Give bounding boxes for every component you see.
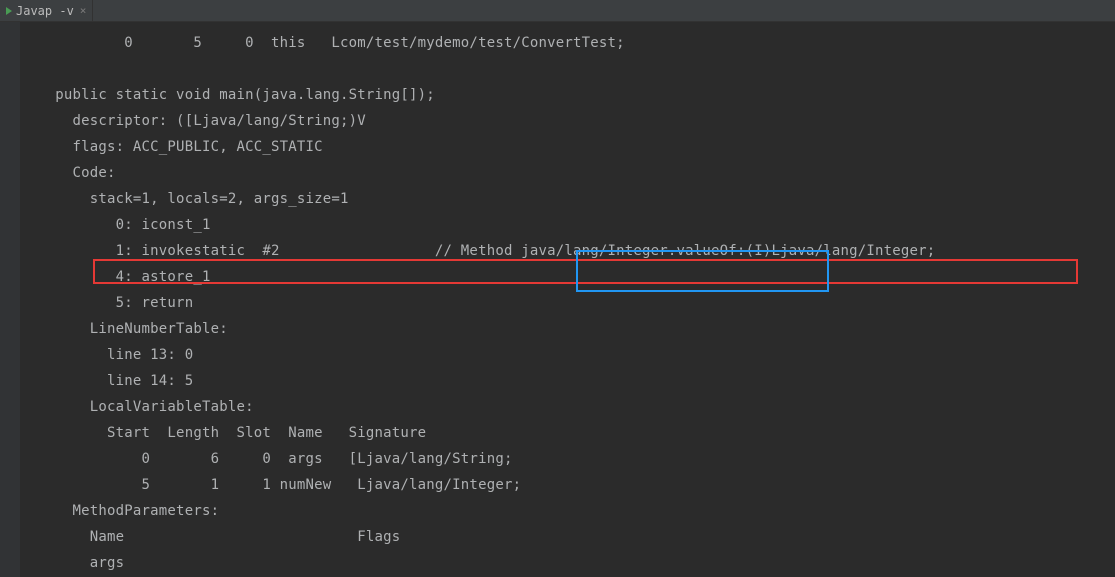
tab-bar: Javap -v × (0, 0, 1115, 22)
code-line: descriptor: ([Ljava/lang/String;)V (38, 113, 366, 129)
code-line: LocalVariableTable: (38, 399, 254, 415)
code-line: 0: iconst_1 (38, 217, 211, 233)
editor-gutter (0, 22, 20, 577)
code-line: Name Flags (38, 529, 400, 545)
code-line: flags: ACC_PUBLIC, ACC_STATIC (38, 139, 323, 155)
code-line: 1: invokestatic #2 // Method java/lang/I… (38, 243, 935, 259)
code-line: MethodParameters: (38, 503, 219, 519)
code-line: public static void main(java.lang.String… (38, 87, 435, 103)
code-line: args (38, 555, 124, 571)
code-line: 0 5 0 this Lcom/test/mydemo/test/Convert… (38, 35, 625, 51)
tab-title: Javap -v (16, 4, 74, 18)
code-line: 5: return (38, 295, 193, 311)
code-line: line 14: 5 (38, 373, 193, 389)
code-line: 4: astore_1 (38, 269, 211, 285)
code-line: Code: (38, 165, 116, 181)
code-line: 0 6 0 args [Ljava/lang/String; (38, 451, 513, 467)
run-icon (6, 7, 12, 15)
close-icon[interactable]: × (80, 4, 87, 17)
code-line: LineNumberTable: (38, 321, 228, 337)
code-line: Start Length Slot Name Signature (38, 425, 426, 441)
code-line: 5 1 1 numNew Ljava/lang/Integer; (38, 477, 521, 493)
code-line: line 13: 0 (38, 347, 193, 363)
code-line: stack=1, locals=2, args_size=1 (38, 191, 349, 207)
editor-content[interactable]: 0 5 0 this Lcom/test/mydemo/test/Convert… (20, 22, 1115, 577)
tab-javap[interactable]: Javap -v × (0, 0, 93, 21)
